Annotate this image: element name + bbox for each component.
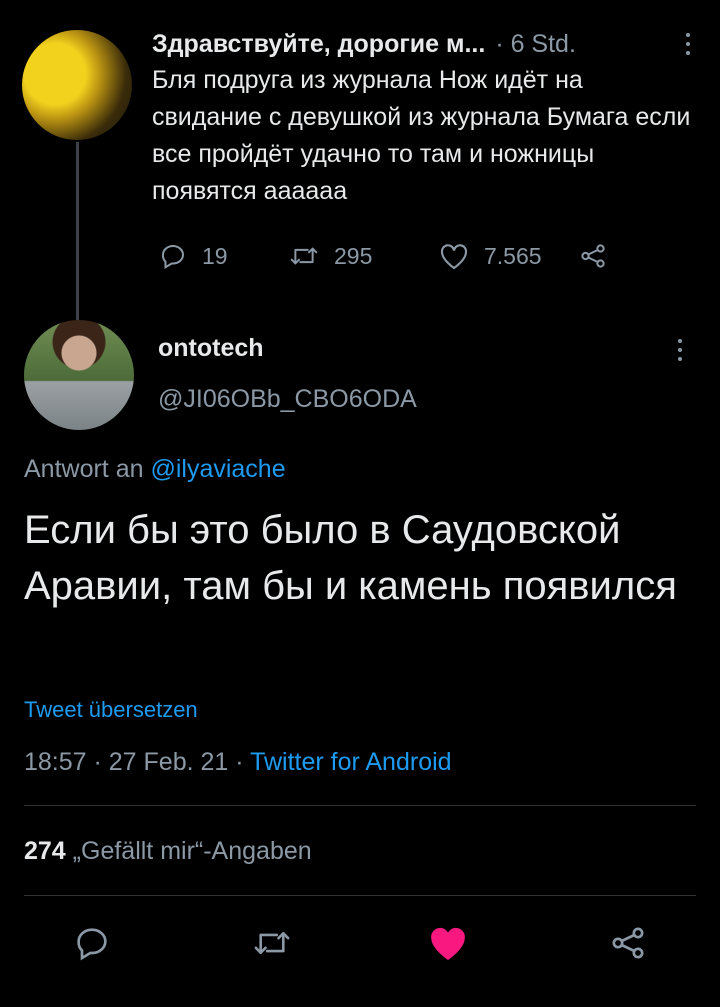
reply-icon <box>158 241 188 271</box>
parent-tweet-text: Бля подруга из журнала Нож идёт на свида… <box>152 66 691 205</box>
parent-tweet-header: Здравствуйте, дорогие м... · 6 Std. <box>152 26 692 62</box>
parent-like-count: 7.565 <box>484 242 542 269</box>
heart-icon <box>427 923 469 963</box>
tweet-meta: 18:57 · 27 Feb. 21 · Twitter for Android <box>24 748 452 777</box>
divider <box>24 895 696 896</box>
parent-action-bar: 19 295 7.565 <box>158 236 638 276</box>
reply-icon <box>72 923 112 963</box>
like-button[interactable] <box>420 915 476 971</box>
reply-context: Antwort an @ilyaviache <box>24 455 286 484</box>
parent-retweet-button[interactable]: 295 <box>288 236 372 276</box>
tweet-text: Если бы это было в Саудовской Аравии, та… <box>24 508 677 608</box>
tweet-client-link[interactable]: Twitter for Android <box>250 748 451 776</box>
parent-reply-button[interactable]: 19 <box>158 236 228 276</box>
more-vertical-icon[interactable] <box>676 339 684 361</box>
author-avatar[interactable] <box>24 320 134 430</box>
share-button[interactable] <box>600 915 656 971</box>
retweet-icon <box>251 923 293 963</box>
likes-count: 274 <box>24 837 66 865</box>
retweet-icon <box>288 241 320 271</box>
author-display-name[interactable]: ontotech <box>158 334 264 363</box>
parent-retweet-count: 295 <box>334 242 373 269</box>
thread-line <box>76 142 79 320</box>
more-vertical-icon[interactable] <box>684 33 692 55</box>
parent-reply-count: 19 <box>202 242 228 269</box>
retweet-button[interactable] <box>244 915 300 971</box>
tweet-timestamp[interactable]: 18:57 · 27 Feb. 21 · <box>24 748 250 776</box>
author-handle[interactable]: @JI06OBb_CBO6ODA <box>158 385 417 414</box>
parent-share-button[interactable] <box>578 236 608 276</box>
reply-prefix: Antwort an <box>24 455 151 483</box>
parent-display-name[interactable]: Здравствуйте, дорогие м... <box>152 30 485 59</box>
translate-tweet-link[interactable]: Tweet übersetzen <box>24 697 198 723</box>
likes-label: „Gefällt mir“-Angaben <box>72 837 312 865</box>
share-icon <box>608 923 648 963</box>
share-icon <box>578 241 608 271</box>
tweet-action-bar <box>0 915 720 971</box>
likes-summary[interactable]: 274 „Gefällt mir“-Angaben <box>24 837 312 866</box>
reply-button[interactable] <box>64 915 120 971</box>
parent-time[interactable]: · 6 Std. <box>495 30 576 59</box>
reply-to-link[interactable]: @ilyaviache <box>150 455 285 483</box>
divider <box>24 805 696 806</box>
parent-like-button[interactable]: 7.565 <box>438 236 542 276</box>
heart-icon <box>438 241 470 271</box>
parent-avatar[interactable] <box>22 30 132 140</box>
